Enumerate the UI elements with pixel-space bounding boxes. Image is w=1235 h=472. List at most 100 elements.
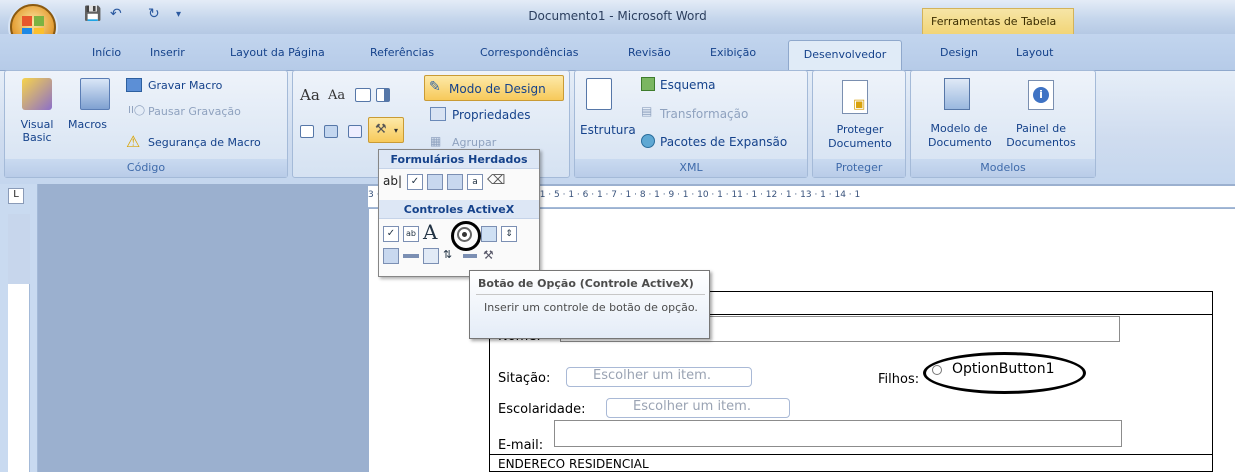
email-field[interactable] bbox=[554, 420, 1122, 447]
image-activex-icon[interactable] bbox=[481, 226, 497, 242]
visual-basic-button[interactable]: Visual Basic bbox=[12, 118, 62, 144]
command-activex-icon[interactable] bbox=[463, 254, 477, 258]
dropdown-control-icon[interactable] bbox=[300, 125, 314, 138]
design-mode-icon: ✎ bbox=[429, 79, 441, 95]
protect-document-icon: ▣ bbox=[842, 80, 868, 114]
tooltip-separator bbox=[476, 294, 705, 295]
painel-documentos-button[interactable]: Painel de Documentos bbox=[1000, 122, 1082, 150]
legacy-tools-menu: Formulários Herdados ab| ✓ a ⌫ Controles… bbox=[378, 149, 540, 277]
legacy-tools-button[interactable]: ⚒ ▾ bbox=[368, 117, 404, 143]
visual-basic-icon bbox=[22, 78, 52, 110]
filhos-label: Filhos: bbox=[878, 372, 920, 387]
tab-stop-selector[interactable]: L bbox=[8, 188, 24, 204]
situacao-dropdown[interactable]: Escolher um item. bbox=[566, 367, 752, 387]
modelo-documento-button[interactable]: Modelo de Documento bbox=[928, 122, 992, 150]
agrupar-button: Agrupar bbox=[452, 136, 497, 149]
picture-control-icon[interactable] bbox=[355, 88, 371, 102]
tab-layout-pagina[interactable]: Layout da Página bbox=[230, 46, 325, 59]
esquema-button[interactable]: Esquema bbox=[660, 78, 715, 92]
pausar-gravacao-button: Pausar Gravação bbox=[148, 105, 241, 118]
properties-icon bbox=[430, 107, 446, 121]
situacao-placeholder: Escolher um item. bbox=[593, 368, 711, 383]
text-field-legacy-icon[interactable]: ab| bbox=[383, 174, 402, 188]
tab-desenvolvedor[interactable]: Desenvolvedor bbox=[788, 40, 902, 71]
ruler-margin bbox=[8, 214, 30, 284]
group-label: Modelos bbox=[911, 159, 1095, 177]
toggle-activex-icon[interactable]: ⇅ bbox=[443, 248, 452, 261]
transform-icon: ▤ bbox=[641, 104, 653, 118]
reset-fields-icon[interactable]: ⌫ bbox=[487, 173, 505, 188]
modo-design-button[interactable]: ✎ Modo de Design bbox=[424, 75, 564, 101]
combo-box-control-icon[interactable] bbox=[376, 88, 390, 102]
checkbox-activex-icon[interactable]: ✓ bbox=[383, 226, 399, 242]
tools-icon: ⚒ bbox=[375, 122, 387, 137]
qat-customize-icon[interactable]: ▾ bbox=[176, 9, 181, 20]
tab-layout-tabela[interactable]: Layout bbox=[1016, 46, 1053, 59]
tooltip-description: Inserir um controle de botão de opção. bbox=[484, 301, 698, 314]
frame-legacy-icon[interactable] bbox=[447, 174, 463, 190]
redo-icon[interactable]: ↻ bbox=[148, 6, 160, 22]
expansion-packs-icon bbox=[641, 134, 655, 148]
formularios-herdados-heading: Formulários Herdados bbox=[379, 150, 539, 169]
annotation-ellipse bbox=[923, 352, 1086, 394]
spin-button-activex-icon[interactable]: ⇕ bbox=[501, 226, 517, 242]
vertical-ruler bbox=[8, 214, 30, 472]
combo-activex-icon[interactable] bbox=[383, 248, 399, 264]
rich-text-control-icon[interactable]: Aa bbox=[300, 86, 320, 104]
checkbox-legacy-icon[interactable]: ✓ bbox=[407, 174, 423, 190]
tab-correspondencias[interactable]: Correspondências bbox=[480, 46, 579, 59]
tab-exibicao[interactable]: Exibição bbox=[710, 46, 756, 59]
pacotes-expansao-button[interactable]: Pacotes de Expansão bbox=[660, 135, 787, 149]
date-picker-control-icon[interactable] bbox=[324, 125, 338, 138]
warning-icon: ⚠ bbox=[126, 132, 141, 151]
building-block-control-icon[interactable] bbox=[348, 125, 362, 138]
controles-activex-heading: Controles ActiveX bbox=[379, 200, 539, 219]
info-icon: i bbox=[1033, 87, 1049, 103]
tooltip: Botão de Opção (Controle ActiveX) Inseri… bbox=[469, 270, 710, 339]
save-icon[interactable]: 💾 bbox=[84, 6, 101, 22]
textbox-activex-icon[interactable]: ab bbox=[403, 226, 419, 242]
more-controls-icon[interactable]: ⚒ bbox=[483, 248, 494, 262]
transformacao-button: Transformação bbox=[660, 107, 749, 121]
tab-inserir[interactable]: Inserir bbox=[150, 46, 185, 59]
table-row-divider bbox=[490, 454, 1212, 455]
document-template-icon bbox=[944, 78, 970, 110]
tab-referencias[interactable]: Referências bbox=[370, 46, 434, 59]
contextual-tab-group: Ferramentas de Tabela bbox=[922, 8, 1074, 34]
escolaridade-label: Escolaridade: bbox=[498, 402, 586, 417]
endereco-header: ENDERECO RESIDENCIAL bbox=[498, 457, 649, 471]
situacao-label: Sitação: bbox=[498, 371, 551, 386]
tab-design[interactable]: Design bbox=[940, 46, 978, 59]
escolaridade-placeholder: Escolher um item. bbox=[633, 399, 751, 414]
propriedades-button[interactable]: Propriedades bbox=[452, 108, 531, 122]
email-label: E-mail: bbox=[498, 438, 544, 453]
seguranca-macro-button[interactable]: Segurança de Macro bbox=[148, 136, 261, 149]
tab-revisao[interactable]: Revisão bbox=[628, 46, 671, 59]
document-panel-icon: i bbox=[1028, 80, 1054, 110]
label-activex-icon[interactable]: A bbox=[423, 220, 437, 244]
group-label: Código bbox=[5, 159, 287, 177]
text-control-icon[interactable]: Aa bbox=[328, 88, 345, 103]
gravar-macro-button[interactable]: Gravar Macro bbox=[148, 79, 222, 92]
escolaridade-dropdown[interactable]: Escolher um item. bbox=[606, 398, 790, 418]
shading-legacy-icon[interactable]: a bbox=[467, 174, 483, 190]
pause-icon: II◯ bbox=[128, 105, 146, 116]
tooltip-title: Botão de Opção (Controle ActiveX) bbox=[478, 277, 694, 290]
structure-icon bbox=[586, 78, 612, 110]
listbox-activex-icon[interactable] bbox=[423, 248, 439, 264]
lock-icon: ▣ bbox=[853, 97, 866, 112]
estrutura-button[interactable]: Estrutura bbox=[580, 123, 636, 137]
modo-design-label: Modo de Design bbox=[449, 82, 546, 96]
schema-icon bbox=[641, 77, 655, 91]
undo-icon[interactable]: ↶ bbox=[110, 6, 122, 22]
chevron-down-icon: ▾ bbox=[394, 126, 399, 135]
dropdown-legacy-icon[interactable] bbox=[427, 174, 443, 190]
scrollbar-activex-icon[interactable] bbox=[403, 254, 419, 258]
macros-icon bbox=[80, 78, 110, 110]
record-macro-icon bbox=[126, 78, 142, 92]
tab-inicio[interactable]: Início bbox=[92, 46, 121, 59]
macros-button[interactable]: Macros bbox=[68, 118, 107, 131]
proteger-documento-button[interactable]: Proteger Documento bbox=[820, 123, 900, 151]
annotation-circle bbox=[451, 221, 481, 251]
group-label: Proteger bbox=[813, 159, 905, 177]
